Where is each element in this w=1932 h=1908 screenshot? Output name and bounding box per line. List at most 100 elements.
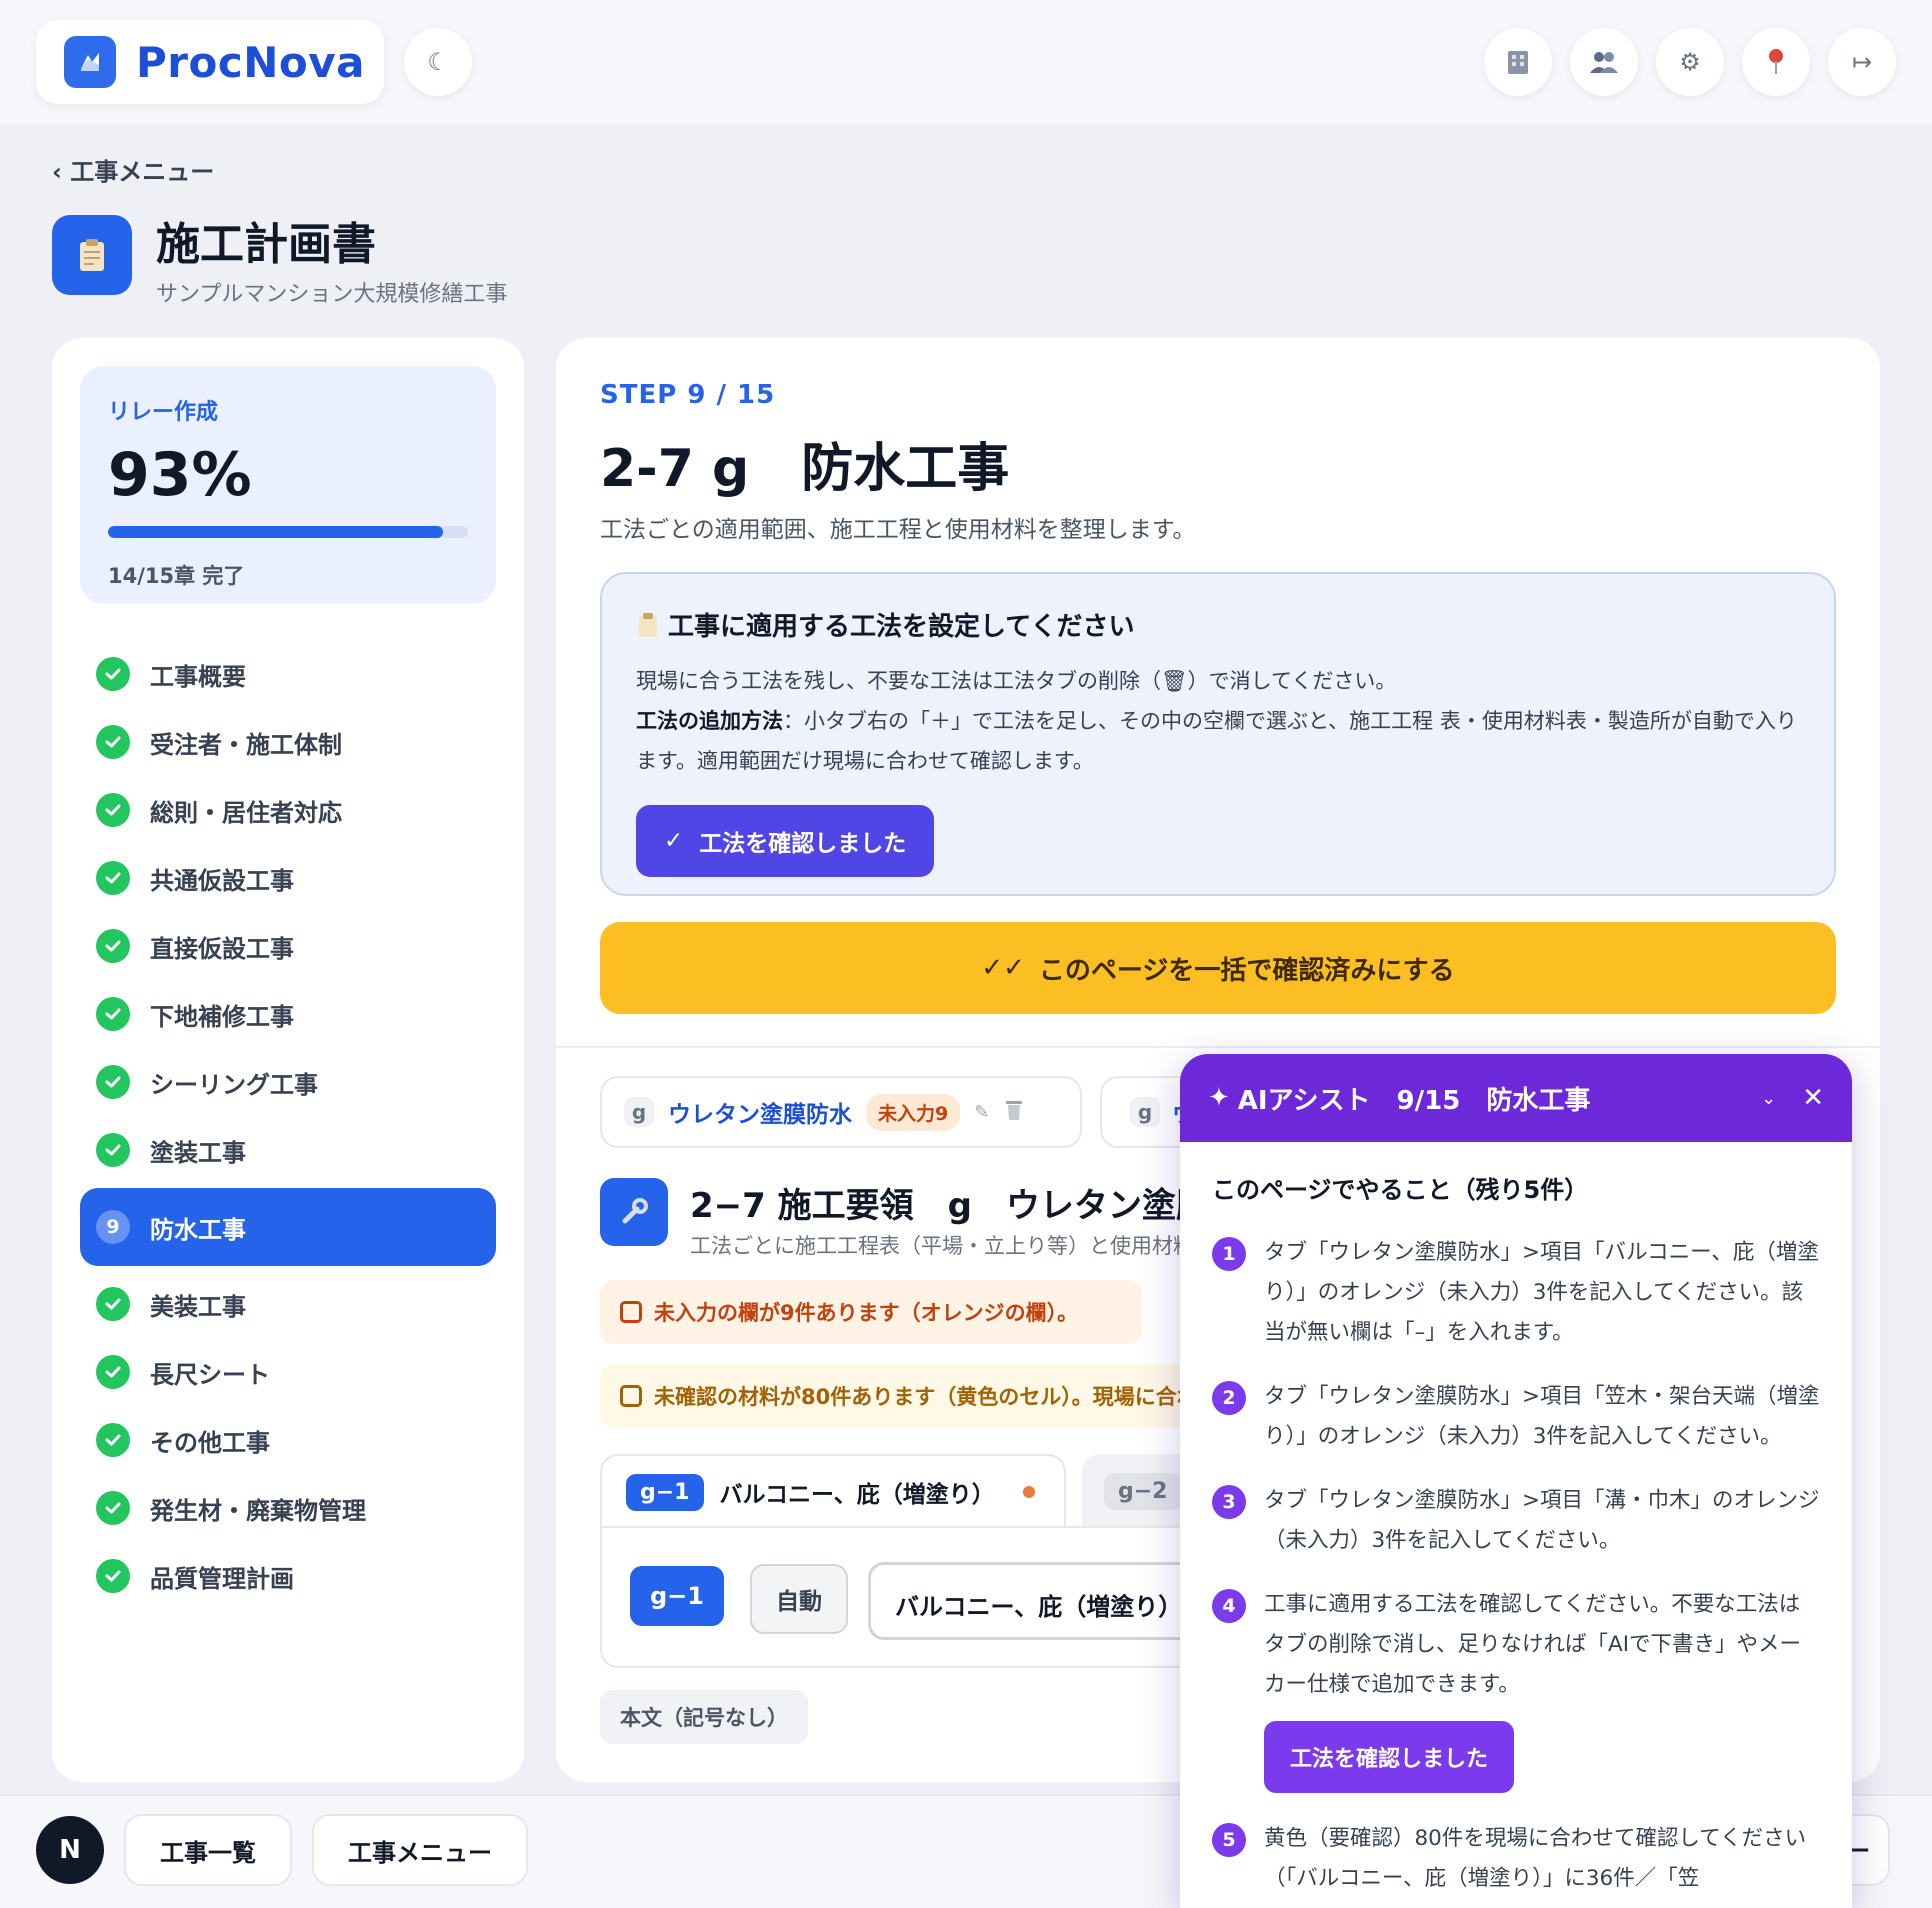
progress-value: 93%: [108, 440, 252, 510]
notice-title-row: 工事に適用する工法を設定してください: [636, 606, 1800, 643]
item-tab-g1[interactable]: g−1 バルコニー、庇（増塗り）: [600, 1454, 1066, 1528]
unfilled-count-badge: 未入力9: [866, 1093, 961, 1131]
building-button[interactable]: [1484, 28, 1552, 96]
ai-task-item: 2 タブ「ウレタン塗膜防水」>項目「笠木・架台天端（増塗り）」のオレンジ（未入力…: [1212, 1377, 1820, 1457]
item-tab-name: バルコニー、庇（増塗り）: [719, 1482, 995, 1508]
check-circle-icon: [96, 657, 130, 691]
chapter-list: 工事概要 受注者・施工体制総則・居住者対応共通仮設工事直接仮設工事 下地補修工事シー…: [80, 640, 496, 1610]
wrench-icon: [600, 1178, 668, 1246]
task-number: 1: [1212, 1237, 1246, 1271]
status-dot: [1022, 1486, 1035, 1498]
chapter-item[interactable]: 美装工事: [80, 1270, 496, 1338]
logout-icon: ↦: [1851, 48, 1873, 76]
auto-button[interactable]: 自動: [750, 1564, 848, 1634]
step-indicator: STEP 9 / 15: [600, 380, 776, 410]
brand-name: ProcNova: [136, 37, 365, 87]
chapter-label: 総則・居住者対応: [150, 798, 342, 827]
chapter-label: 発生材・廃棄物管理: [150, 1496, 366, 1525]
ai-confirm-method-button[interactable]: 工法を確認しました: [1264, 1721, 1515, 1793]
check-circle-icon: [96, 1287, 130, 1321]
progress-bar: [108, 526, 468, 538]
ai-heading: このページでやること（残り5件）: [1212, 1176, 1589, 1204]
chapter-item[interactable]: 発生材・廃棄物管理: [80, 1474, 496, 1542]
ai-panel-body: このページでやること（残り5件） 1 タブ「ウレタン塗膜防水」>項目「バルコニー…: [1180, 1142, 1852, 1908]
chapter-item[interactable]: 総則・居住者対応: [80, 776, 496, 844]
ai-title: AIアシスト 9/15 防水工事: [1237, 1085, 1591, 1116]
moon-icon: ☾: [427, 48, 449, 76]
confirm-method-label: 工法を確認しました: [699, 831, 907, 857]
bulk-confirm-label: このページを一括で確認済みにする: [1038, 955, 1455, 986]
chapter-item[interactable]: 長尺シート: [80, 1338, 496, 1406]
chapter-item[interactable]: 品質管理計画: [80, 1542, 496, 1610]
checkbox-icon: [620, 1301, 642, 1323]
page-title: 施工計画書: [156, 219, 376, 270]
chapter-item[interactable]: 塗装工事: [80, 1116, 496, 1184]
method-tab-name: ウレタン塗膜防水: [668, 1102, 852, 1128]
check-circle-icon: [96, 929, 130, 963]
task-text[interactable]: 工事に適用する工法を確認してください。不要な工法はタブの削除で消し、足りなければ…: [1264, 1585, 1820, 1705]
ai-task-item: 3 タブ「ウレタン塗膜防水」>項目「溝・巾木」のオレンジ（未入力）3件を記入して…: [1212, 1481, 1820, 1561]
chapter-label: 美装工事: [150, 1292, 246, 1321]
back-to-menu-link[interactable]: ‹ 工事メニュー: [52, 152, 214, 187]
check-icon: ✓: [664, 828, 684, 854]
brand-logo-icon: [64, 36, 116, 88]
task-text[interactable]: タブ「ウレタン塗膜防水」>項目「バルコニー、庇（増塗り）」のオレンジ（未入力）3…: [1264, 1233, 1820, 1353]
users-button[interactable]: [1570, 28, 1638, 96]
clipboard-icon: [52, 215, 132, 295]
chapter-label: 下地補修工事: [150, 1002, 294, 1031]
method-tab-urethane[interactable]: g ウレタン塗膜防水 未入力9 ✎: [600, 1076, 1082, 1148]
chapter-item[interactable]: その他工事: [80, 1406, 496, 1474]
notice-title: 工事に適用する工法を設定してください: [668, 612, 1135, 642]
notice-body: 現場に合う工法を残し、不要な工法は工法タブの削除（🗑）で消してください。 工法の…: [636, 661, 1800, 781]
collapse-icon[interactable]: ⌄: [1761, 1088, 1776, 1109]
chapter-item[interactable]: 受注者・施工体制: [80, 708, 496, 776]
chapter-item[interactable]: 共通仮設工事: [80, 844, 496, 912]
settings-button[interactable]: ⚙: [1656, 28, 1724, 96]
dark-mode-toggle[interactable]: ☾: [404, 28, 472, 96]
step-description: 工法ごとの適用範囲、施工工程と使用材料を整理します。: [600, 517, 1196, 543]
notice-line-2-label: 工法の追加方法: [636, 709, 783, 733]
project-menu-button[interactable]: 工事メニュー: [312, 1814, 528, 1886]
task-number: 2: [1212, 1381, 1246, 1415]
chapter-label: 長尺シート: [150, 1360, 270, 1389]
chapter-item[interactable]: 工事概要: [80, 640, 496, 708]
trash-icon[interactable]: [1003, 1098, 1025, 1127]
task-text[interactable]: タブ「ウレタン塗膜防水」>項目「笠木・架台天端（増塗り）」のオレンジ（未入力）3…: [1264, 1377, 1820, 1457]
brand-home-link[interactable]: ProcNova: [36, 20, 384, 104]
chapter-number-badge: 9: [96, 1210, 130, 1244]
check-circle-icon: [96, 725, 130, 759]
method-prefix: g: [624, 1097, 654, 1127]
chapter-label: 防水工事: [150, 1215, 246, 1244]
divider: [556, 1046, 1880, 1048]
checkbox-icon: [620, 1385, 642, 1407]
chapter-label: 直接仮設工事: [150, 934, 294, 963]
logout-button[interactable]: ↦: [1828, 28, 1896, 96]
confirm-method-button[interactable]: ✓ 工法を確認しました: [636, 805, 935, 877]
task-text[interactable]: タブ「ウレタン塗膜防水」>項目「溝・巾木」のオレンジ（未入力）3件を記入してくだ…: [1264, 1481, 1820, 1561]
chapter-item[interactable]: 下地補修工事: [80, 980, 496, 1048]
chapter-item[interactable]: 9 防水工事: [80, 1188, 496, 1266]
check-circle-icon: [96, 1065, 130, 1099]
check-circle-icon: [96, 1133, 130, 1167]
chapter-label: その他工事: [150, 1428, 270, 1457]
close-icon[interactable]: ✕: [1802, 1083, 1824, 1113]
bulk-confirm-button[interactable]: ✓✓ このページを一括で確認済みにする: [600, 922, 1836, 1014]
ai-assist-panel: ✦ AIアシスト 9/15 防水工事 ⌄ ✕ このページでやること（残り5件） …: [1180, 1054, 1852, 1908]
progress-bar-fill: [108, 526, 443, 538]
sparkle-icon: ✦: [1208, 1083, 1230, 1113]
check-circle-icon: [96, 1491, 130, 1525]
double-check-icon: ✓✓: [981, 953, 1025, 983]
task-text[interactable]: 黄色（要確認）80件を現場に合わせて確認してください（「バルコニー、庇（増塗り）…: [1264, 1819, 1820, 1899]
chapter-item[interactable]: 直接仮設工事: [80, 912, 496, 980]
method-setup-notice: 工事に適用する工法を設定してください 現場に合う工法を残し、不要な工法は工法タブ…: [600, 572, 1836, 896]
location-button[interactable]: [1742, 28, 1810, 96]
avatar[interactable]: N: [36, 1816, 104, 1884]
body-text-chip[interactable]: 本文（記号なし）: [600, 1690, 808, 1744]
edit-icon[interactable]: ✎: [974, 1102, 989, 1123]
chapter-item[interactable]: シーリング工事: [80, 1048, 496, 1116]
chapter-label: 塗装工事: [150, 1138, 246, 1167]
pin-icon: [1769, 49, 1783, 74]
step-title: 2-7 g 防水工事: [600, 439, 1010, 499]
unfilled-alert[interactable]: 未入力の欄が9件あります（オレンジの欄）。: [600, 1280, 1142, 1344]
project-list-button[interactable]: 工事一覧: [124, 1814, 292, 1886]
